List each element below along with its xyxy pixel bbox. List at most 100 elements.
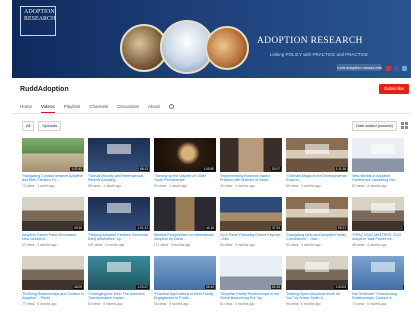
filter-all-button[interactable]: All [22, 121, 35, 131]
video-duration: 44:18 [205, 226, 215, 230]
video-thumbnail[interactable]: 44:18 [154, 197, 216, 231]
video-meta: 102 views · 3 months ago [88, 242, 125, 247]
video-title-link[interactable]: New Worlds of Adoption: Conference Launc… [352, 174, 404, 183]
youtube-icon[interactable] [386, 66, 391, 71]
video-thumbnail[interactable]: 58:13 [88, 138, 150, 172]
twitter-icon[interactable] [402, 66, 407, 71]
video-meta: 85 views · 3 months ago [220, 242, 255, 247]
video-title-link[interactable]: "Navigating Contact between Adoptive and… [22, 174, 84, 183]
video-thumbnail[interactable]: 39:46 [352, 197, 404, 231]
video-duration: 1:05:50 [202, 167, 215, 171]
video-title-link[interactable]: "Implementing Evidence-based Practice wi… [220, 174, 282, 183]
video-title-link[interactable]: "Untangling the Web: The Internet's Tran… [88, 292, 150, 301]
video-duration: 58:13 [139, 167, 149, 171]
facebook-icon[interactable] [394, 66, 399, 71]
video-title-link[interactable]: "Ordinary Magic in the Developmental Roa… [286, 174, 348, 183]
video-duration: 58:48 [403, 285, 404, 289]
tab-home[interactable]: Home [20, 104, 32, 113]
video-card[interactable]: 1:00:03 "Making Open Adoptions Work for Y… [286, 256, 348, 310]
banner-website-link[interactable]: rudd.adoption.umass.edu [337, 64, 382, 71]
sort-dropdown[interactable]: Date added (newest) [351, 121, 397, 131]
thumbnail-slide [304, 262, 330, 273]
video-card[interactable]: 49:30 Adoptive Parent Panel Discussion: N… [22, 197, 84, 251]
video-duration: 1:01:12 [136, 226, 149, 230]
video-thumbnail[interactable]: 4:22 [352, 138, 404, 172]
video-card[interactable]: 55:21 "Navigating Birth and Adoptive Fami… [286, 197, 348, 251]
video-title-link[interactable]: "Practical Applications of Birth Family … [154, 292, 216, 301]
channel-banner: ADOPTION RESEARCH ADOPTION RESEARCH Link… [12, 0, 411, 78]
banner-photo-family [205, 26, 249, 70]
subscribe-button[interactable]: Subscribe [379, 84, 409, 94]
video-duration: 1:02:42 [70, 167, 83, 171]
video-card[interactable]: 44:18 Medical Perspectives on Internation… [154, 197, 216, 251]
video-thumbnail[interactable]: 58:48 [352, 256, 404, 290]
video-card[interactable]: 52:15 "Adoptive Family Relationships in t… [220, 256, 282, 310]
search-icon[interactable] [168, 104, 174, 109]
video-duration: 52:07 [271, 167, 281, 171]
grid-view-icon[interactable] [401, 122, 408, 129]
video-card[interactable]: 46:40 "Practical Applications of Birth Fa… [154, 256, 216, 310]
thumbnail-slide [370, 144, 396, 155]
video-card[interactable]: 37:54 2012 Panel Following Dorner Keynote… [220, 197, 282, 251]
thumbnail-slide [370, 203, 396, 214]
tab-playlists[interactable]: Playlists [64, 104, 81, 113]
video-card[interactable]: 52:07 "Implementing Evidence-based Practi… [220, 138, 282, 192]
video-thumbnail[interactable]: 1:01:12 [88, 197, 150, 231]
video-card[interactable]: 1:05:50 "Turning up the Volume on Older Y… [154, 138, 216, 192]
video-card[interactable]: 1:01:12 "Helping Adoptive Families Overco… [88, 197, 150, 251]
video-card[interactable]: 39:46 "PRACTICAL MATTERS: 2012 Adoption T… [352, 197, 404, 251]
video-meta: 51 views · 3 months ago [352, 183, 387, 188]
video-thumbnail[interactable]: 49:30 [22, 197, 84, 231]
video-title-link[interactable]: "Evolving Relationships and Contact in A… [22, 292, 84, 301]
video-thumbnail[interactable]: 46:40 [154, 256, 216, 290]
video-thumbnail[interactable]: 1:00:03 [286, 256, 348, 290]
video-card[interactable]: 4:22 New Worlds of Adoption: Conference L… [352, 138, 404, 192]
video-filter-controls: All Uploads [22, 121, 62, 131]
video-thumbnail[interactable]: 1:02:42 [22, 138, 84, 172]
video-thumbnail[interactable]: 1:05:50 [154, 138, 216, 172]
video-thumbnail[interactable]: 52:15 [220, 256, 282, 290]
uploads-dropdown[interactable]: Uploads [38, 121, 62, 131]
video-thumbnail[interactable]: 1:11:36 [286, 138, 348, 172]
video-title-link[interactable]: "Navigating Birth and Adoptive Family Co… [286, 233, 348, 242]
video-thumbnail[interactable]: 48:09 [22, 256, 84, 290]
banner-tagline: Linking POLICY with PRACTICE and PRACTIC… [270, 52, 368, 57]
video-title-link[interactable]: "Sexual Minority and Heterosexual Parent… [88, 174, 150, 183]
video-duration: 48:09 [73, 285, 83, 289]
tab-discussion[interactable]: Discussion [117, 104, 139, 113]
channel-name: RuddAdoption [20, 86, 69, 93]
video-title-link[interactable]: Medical Perspectives on International Ad… [154, 233, 216, 242]
video-meta: 48 views · 4 months ago [352, 242, 387, 247]
video-title-link[interactable]: Hal Grotevant "Constructing Relationship… [352, 292, 404, 301]
video-title-link[interactable]: "Adoptive Family Relationships in the So… [220, 292, 282, 301]
tab-about[interactable]: About [148, 104, 160, 113]
video-title-link[interactable]: Adoptive Parent Panel Discussion: New Wo… [22, 233, 84, 242]
video-title-link[interactable]: 2012 Panel Following Dorner Keynote - El… [220, 233, 282, 242]
rudd-logo: ADOPTION RESEARCH [20, 6, 56, 36]
video-title-link[interactable]: "Helping Adoptive Families Overcome Earl… [88, 233, 150, 242]
video-card[interactable]: 48:09 "Evolving Relationships and Contact… [22, 256, 84, 310]
video-card[interactable]: 58:48 Hal Grotevant "Constructing Relatio… [352, 256, 404, 310]
video-card[interactable]: 1:03:27 "Untangling the Web: The Internet… [88, 256, 150, 310]
thumbnail-slide [106, 203, 132, 214]
tab-channels[interactable]: Channels [89, 104, 108, 113]
thumbnail-slide [106, 144, 132, 155]
video-card[interactable]: 1:02:42 "Navigating Contact between Adopt… [22, 138, 84, 192]
banner-title: ADOPTION RESEARCH [257, 36, 363, 46]
video-thumbnail[interactable]: 52:07 [220, 138, 282, 172]
video-duration: 49:30 [73, 226, 83, 230]
video-duration: 46:40 [205, 285, 215, 289]
video-title-link[interactable]: "Turning up the Volume on Older Youth Pe… [154, 174, 216, 183]
video-title-link[interactable]: "PRACTICAL MATTERS: 2012 Adoption Task F… [352, 233, 404, 242]
thumbnail-slide [304, 144, 330, 155]
logo-text: ADOPTION RESEARCH [24, 9, 56, 22]
video-card[interactable]: 58:13 "Sexual Minority and Heterosexual P… [88, 138, 150, 192]
video-thumbnail[interactable]: 37:54 [220, 197, 282, 231]
video-thumbnail[interactable]: 1:03:27 [88, 256, 150, 290]
video-card[interactable]: 1:11:36 "Ordinary Magic in the Developmen… [286, 138, 348, 192]
video-title-link[interactable]: "Making Open Adoptions Work for You" by … [286, 292, 348, 301]
video-meta: 59 views · 2 months ago [286, 183, 321, 188]
video-thumbnail[interactable]: 55:21 [286, 197, 348, 231]
tab-videos[interactable]: Videos [41, 104, 55, 113]
video-meta: 67 views · 3 months ago [22, 242, 57, 247]
